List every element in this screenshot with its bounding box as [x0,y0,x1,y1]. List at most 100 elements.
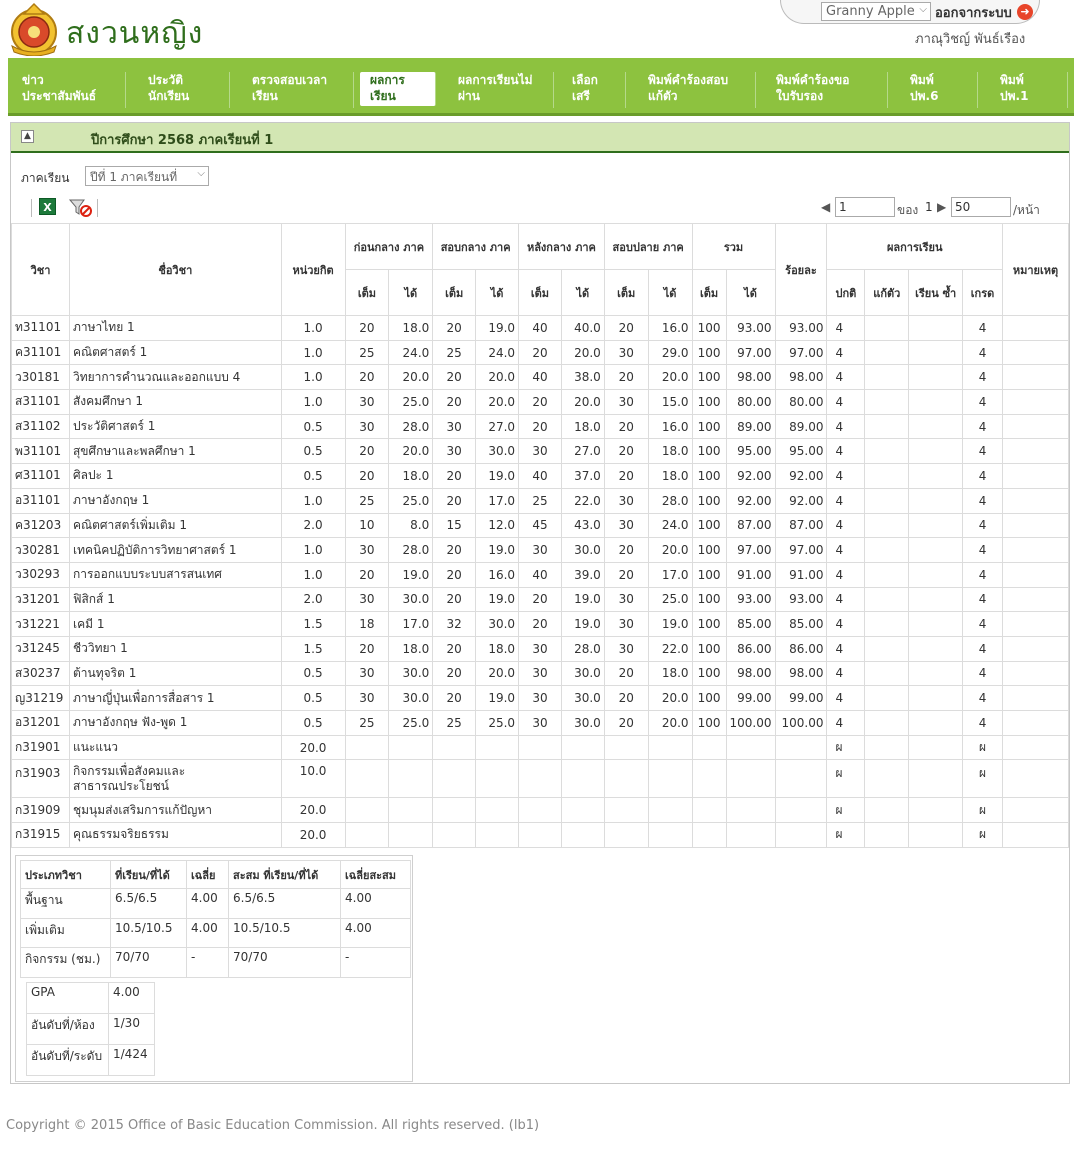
cell-note [1001,537,1070,563]
cell-repeat [908,561,964,588]
col-header-full: เต็ม [691,269,727,316]
cell-ag: 22.0 [560,487,605,514]
pager-page-input[interactable]: 1 [835,197,895,217]
cell-ag: 39.0 [560,561,605,588]
cell-note [1001,389,1070,415]
cell-fg: 20.0 [647,364,693,391]
cell-pct [774,759,828,799]
cell-code: พ31101 [11,438,70,465]
cell-tg: 97.00 [725,537,776,563]
cell-fg: 16.0 [647,315,693,341]
rank-class-label: อันดับที่/ห้อง [26,1013,109,1045]
cell-mf: 30 [432,413,477,440]
cell-tf: 100 [691,438,727,465]
nav-item-print-certificate-request[interactable]: พิมพ์คำร้องขอ ใบรับรอง [762,72,888,108]
cell-grade: ผ [962,759,1003,799]
cell-credit: 1.5 [280,611,346,637]
cell-name: ภาษาอังกฤษ ฟัง-พูด 1 [68,710,282,736]
excel-export-icon[interactable]: X [39,198,56,215]
nav-item-elective[interactable]: เลือก เสรี [558,72,626,108]
nav-item-profile[interactable]: ประวัติ นักเรียน [134,72,230,108]
cell-repeat [908,413,964,440]
cell-mf [432,734,477,761]
cell-normal: ผ [826,734,866,761]
cell-code: ส31102 [11,413,70,440]
cell-af: 30 [518,635,562,662]
cell-pf: 30 [344,537,390,563]
col-header-grade: เกรด [962,269,1003,316]
nav-label: ประชาสัมพันธ์ [22,89,97,103]
cell-tf [691,797,727,824]
cell-code: ว31221 [11,611,70,637]
cell-credit: 1.0 [280,364,346,391]
cell-code: ศ31101 [11,463,70,489]
cell-mf [432,759,477,799]
cell-code: ก31909 [11,797,70,824]
cell-mg: 19.0 [475,586,520,613]
logout-link[interactable]: ออกจากระบบ [935,2,1012,23]
nav-item-attendance[interactable]: ตรวจสอบเวลา เรียน [238,72,354,108]
nav-item-print-pp1[interactable]: พิมพ์ ปพ.1 [986,72,1068,108]
nav-item-print-retest-request[interactable]: พิมพ์คำร้องสอบ แก้ตัว [634,72,756,108]
cell-pg: 19.0 [388,561,434,588]
cell-retest [864,759,910,799]
table-row: ค31101 คณิตศาสตร์ 1 1.0 25 24.0 25 24.0 20 20.0 3… [11,339,1070,366]
pager-prev-icon[interactable]: ◀ [821,200,830,214]
summary-cell: 70/70 [110,947,187,978]
nav-label: พิมพ์ [1000,73,1024,87]
results-panel: ▲ ปีการศึกษา 2568 ภาคเรียนที่ 1 ภาคเรียน… [10,122,1070,1084]
collapse-icon[interactable]: ▲ [21,130,34,143]
cell-pct: 87.00 [774,512,828,539]
cell-retest [864,685,910,711]
cell-note [1001,759,1070,799]
semester-select-value: ปีที่ 1 ภาคเรียนที่ [90,170,178,184]
cell-tf: 100 [691,512,727,539]
cell-tg: 85.00 [725,611,776,637]
cell-pct: 89.00 [774,413,828,440]
nav-item-results[interactable]: ผลการ เรียน [360,72,436,106]
col-header-full: เต็ม [344,269,390,316]
cell-grade: 4 [962,463,1003,489]
cell-ff: 30 [603,611,649,637]
col-header-total: รวม [691,223,776,270]
pager-next-icon[interactable]: ▶ [937,200,946,214]
cell-repeat [908,759,964,799]
table-row: ว31245 ชีววิทยา 1 1.5 20 18.0 20 18.0 30 28.0 30 2… [11,635,1070,662]
cell-pf: 20 [344,635,390,662]
col-header-percent: ร้อยละ [774,223,828,316]
cell-retest [864,734,910,761]
clear-filter-icon[interactable] [69,198,93,218]
summary-cell: 4.00 [340,888,411,919]
summary-cell: กิจกรรม (ชม.) [20,947,111,978]
cell-pg [388,759,434,799]
cell-ff: 30 [603,512,649,539]
gpa-row: GPA 4.00 [26,982,155,1014]
nav-item-failed-results[interactable]: ผลการเรียนไม่ ผ่าน [444,72,554,108]
grades-table: วิชา ชื่อวิชา หน่วยกิต ก่อนกลาง ภาค สอบก… [11,223,1070,848]
nav-item-print-pp6[interactable]: พิมพ์ ปพ.6 [896,72,978,108]
cell-ag: 28.0 [560,635,605,662]
rank-level-label: อันดับที่/ระดับ [26,1044,109,1076]
cell-note [1001,797,1070,824]
nav-label: นักเรียน [148,89,190,103]
cell-ff: 20 [603,413,649,440]
nav-label: พิมพ์คำร้องขอ [776,73,850,87]
cell-name: สังคมศึกษา 1 [68,389,282,415]
cell-note [1001,734,1070,761]
cell-pg: 30.0 [388,586,434,613]
cell-mf: 30 [432,438,477,465]
cell-credit: 2.0 [280,512,346,539]
footer-copyright: Copyright © 2015 Office of Basic Educati… [6,1118,540,1133]
nav-item-news[interactable]: ข่าว ประชาสัมพันธ์ [8,72,126,108]
cell-credit: 1.0 [280,537,346,563]
cell-repeat [908,512,964,539]
table-row: ว30293 การออกแบบระบบสารสนเทศ 1.0 20 19.0 20 16… [11,561,1070,588]
cell-grade: 4 [962,364,1003,391]
cell-mg [475,822,520,848]
cell-tg [725,759,776,799]
cell-pg [388,734,434,761]
user-select[interactable]: Granny Apple ⌵ [821,2,931,21]
pager-size-input[interactable]: 50 [951,197,1011,217]
arrow-right-icon[interactable]: ➜ [1017,4,1033,20]
semester-select[interactable]: ปีที่ 1 ภาคเรียนที่ ⌵ [85,166,209,186]
